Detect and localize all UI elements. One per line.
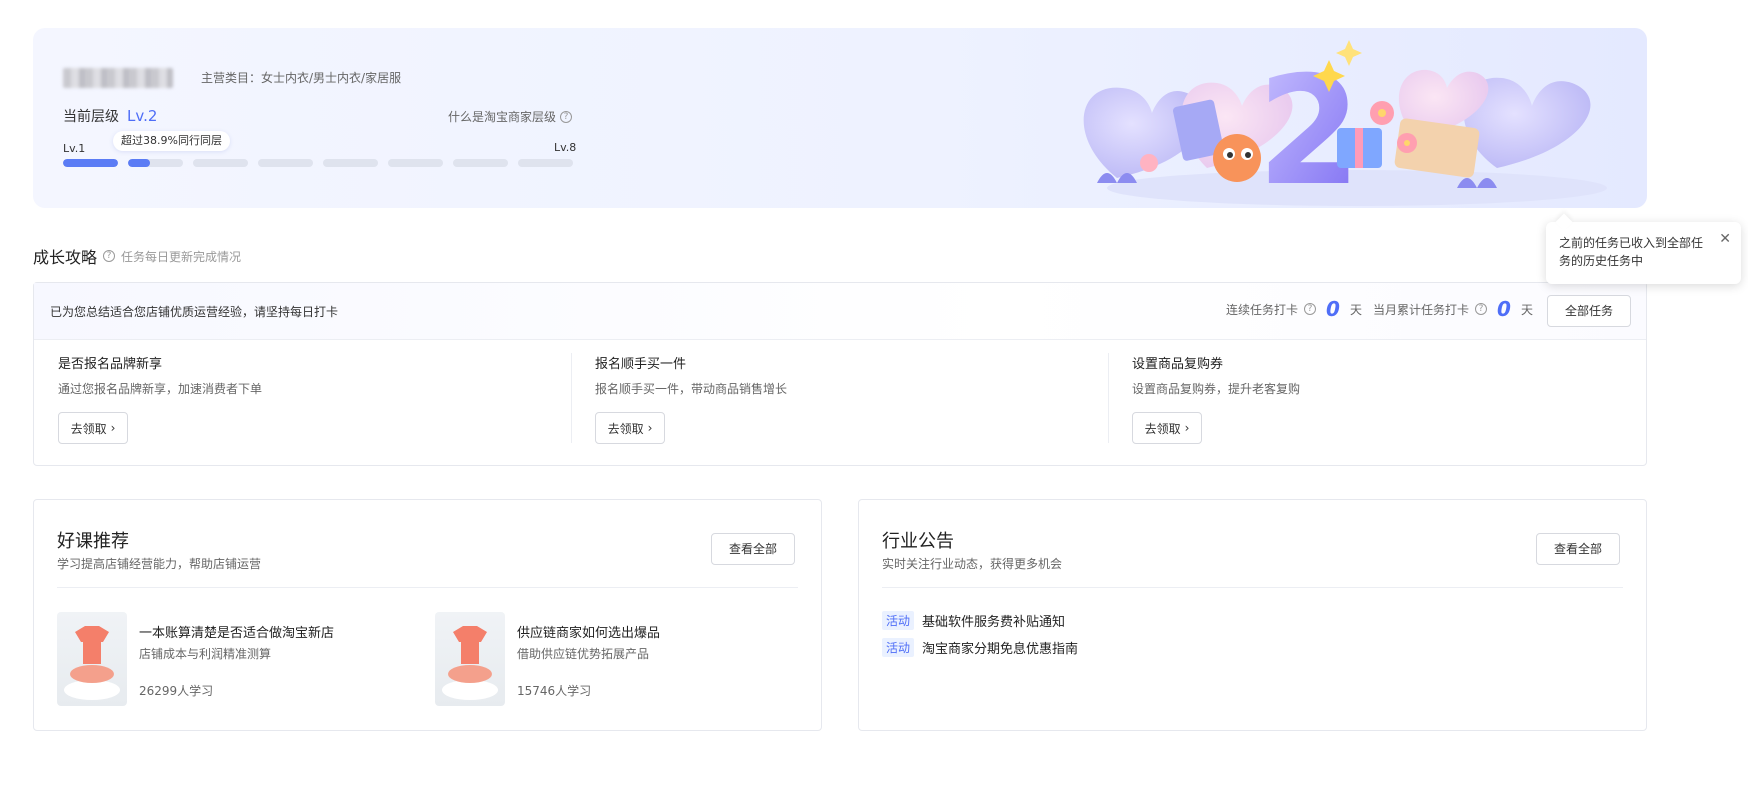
- illustration-number: 2: [1257, 45, 1361, 208]
- claim-button-label: 去领取: [607, 421, 644, 436]
- level-end-label: Lv.8: [554, 141, 577, 154]
- course-item[interactable]: 供应链商家如何选出爆品 借助供应链优势拓展产品 15746人学习: [435, 612, 775, 706]
- view-all-notices-button[interactable]: 查看全部: [1536, 533, 1620, 565]
- level-progress-fill: [63, 159, 118, 167]
- course-card: 好课推荐 学习提高店铺经营能力，帮助店铺运营 查看全部 一本账算清楚是否适合做淘…: [33, 499, 822, 731]
- task-desc: 通过您报名品牌新享，加速消费者下单: [58, 382, 263, 396]
- month-unit: 天: [1520, 302, 1533, 317]
- streak-unit: 天: [1349, 302, 1362, 317]
- task-item: 是否报名品牌新享 通过您报名品牌新享，加速消费者下单 去领取 ›: [58, 353, 558, 444]
- help-icon[interactable]: ?: [103, 250, 116, 262]
- industry-notice-card: 行业公告 实时关注行业动态，获得更多机会 查看全部 活动 基础软件服务费补贴通知…: [858, 499, 1647, 731]
- chevron-right-icon: ›: [1184, 421, 1190, 435]
- course-name: 供应链商家如何选出爆品: [517, 626, 661, 641]
- chevron-right-icon: ›: [110, 421, 116, 435]
- divider: [882, 587, 1623, 588]
- task-intro-text: 已为您总结适合您店铺优质运营经验，请坚持每日打卡: [50, 305, 339, 319]
- month-label: 当月累计任务打卡: [1373, 302, 1470, 317]
- claim-button[interactable]: 去领取 ›: [58, 412, 128, 444]
- task-name: 设置商品复购券: [1132, 357, 1224, 372]
- course-desc: 店铺成本与利润精准测算: [139, 647, 272, 661]
- what-is-level-link[interactable]: 什么是淘宝商家层级 ?: [448, 108, 573, 125]
- task-item: 报名顺手买一件 报名顺手买一件，带动商品销售增长 去领取 ›: [595, 353, 1095, 444]
- task-desc: 报名顺手买一件，带动商品销售增长: [595, 382, 788, 396]
- growth-title: 成长攻略: [33, 248, 98, 267]
- level-percent-tooltip: 超过38.9%同行同层: [113, 131, 230, 151]
- growth-section-header: 成长攻略 ? 任务每日更新完成情况: [33, 244, 241, 268]
- month-value: 0: [1497, 297, 1511, 321]
- chevron-right-icon: ›: [647, 421, 653, 435]
- help-icon[interactable]: ?: [1475, 303, 1488, 315]
- task-card: 已为您总结适合您店铺优质运营经验，请坚持每日打卡 连续任务打卡 ? 0 天 当月…: [33, 282, 1647, 466]
- course-desc: 借助供应链优势拓展产品: [517, 647, 650, 661]
- level-progress-segment: [258, 159, 313, 167]
- claim-button-label: 去领取: [1144, 421, 1181, 436]
- notice-title: 行业公告: [882, 531, 954, 552]
- streak-value: 0: [1326, 297, 1340, 321]
- divider: [57, 587, 798, 588]
- course-title: 好课推荐: [57, 531, 129, 552]
- what-is-level-text: 什么是淘宝商家层级: [448, 110, 557, 124]
- task-card-header: 已为您总结适合您店铺优质运营经验，请坚持每日打卡 连续任务打卡 ? 0 天 当月…: [34, 283, 1646, 340]
- level-progress-segment: [128, 159, 183, 167]
- help-icon: ?: [560, 110, 573, 123]
- task-name: 报名顺手买一件: [595, 357, 687, 372]
- level-start-label: Lv.1: [63, 142, 86, 155]
- streak-label: 连续任务打卡: [1226, 302, 1299, 317]
- task-name: 是否报名品牌新享: [58, 357, 163, 372]
- notice-text: 淘宝商家分期免息优惠指南: [922, 642, 1079, 657]
- course-learner-count: 15746人学习: [517, 684, 592, 698]
- streak-checkin: 连续任务打卡 ? 0 天: [1226, 299, 1362, 319]
- notice-subtitle: 实时关注行业动态，获得更多机会: [882, 557, 1063, 571]
- course-thumbnail: [435, 612, 505, 706]
- current-level: 当前层级 Lv.2: [63, 106, 157, 126]
- main-category: 主营类目：女士内衣/男士内衣/家居服: [201, 71, 402, 85]
- course-learner-count: 26299人学习: [139, 684, 214, 698]
- month-checkin: 当月累计任务打卡 ? 0 天: [1373, 299, 1533, 319]
- divider: [1108, 353, 1109, 443]
- notice-item[interactable]: 活动 基础软件服务费补贴通知: [882, 611, 1065, 630]
- level-progress-segment: [518, 159, 573, 167]
- task-desc: 设置商品复购券，提升老客复购: [1132, 382, 1301, 396]
- close-icon[interactable]: ✕: [1719, 230, 1731, 248]
- level-progress-fill: [128, 159, 150, 167]
- level-progress-segment: [63, 159, 118, 167]
- notice-tag: 活动: [882, 611, 915, 630]
- course-item[interactable]: 一本账算清楚是否适合做淘宝新店 店铺成本与利润精准测算 26299人学习: [57, 612, 397, 706]
- course-thumbnail: [57, 612, 127, 706]
- shop-name-redacted: [63, 68, 173, 88]
- course-name: 一本账算清楚是否适合做淘宝新店: [139, 626, 335, 641]
- claim-button-label: 去领取: [70, 421, 107, 436]
- level-progress-segment: [388, 159, 443, 167]
- task-item: 设置商品复购券 设置商品复购券，提升老客复购 去领取 ›: [1132, 353, 1632, 444]
- level-illustration: 2: [1083, 40, 1607, 208]
- level-progress-bar: [63, 159, 573, 167]
- current-level-value: Lv.2: [127, 107, 158, 125]
- claim-button[interactable]: 去领取 ›: [1132, 412, 1202, 444]
- notice-tag: 活动: [882, 638, 915, 657]
- level-progress-segment: [453, 159, 508, 167]
- task-history-popover: 之前的任务已收入到全部任务的历史任务中 ✕: [1546, 222, 1741, 284]
- claim-button[interactable]: 去领取 ›: [595, 412, 665, 444]
- level-banner: 主营类目：女士内衣/男士内衣/家居服 当前层级 Lv.2 什么是淘宝商家层级 ?…: [33, 28, 1647, 208]
- current-level-label: 当前层级: [63, 109, 119, 125]
- level-progress-segment: [193, 159, 248, 167]
- divider: [571, 353, 572, 443]
- growth-subtitle: 任务每日更新完成情况: [121, 249, 242, 264]
- help-icon[interactable]: ?: [1304, 303, 1317, 315]
- course-subtitle: 学习提高店铺经营能力，帮助店铺运营: [57, 557, 262, 571]
- notice-item[interactable]: 活动 淘宝商家分期免息优惠指南: [882, 638, 1078, 657]
- view-all-courses-button[interactable]: 查看全部: [711, 533, 795, 565]
- popover-text: 之前的任务已收入到全部任务的历史任务中: [1559, 236, 1704, 268]
- level-progress-segment: [323, 159, 378, 167]
- all-tasks-button[interactable]: 全部任务: [1547, 295, 1631, 327]
- notice-text: 基础软件服务费补贴通知: [922, 615, 1066, 630]
